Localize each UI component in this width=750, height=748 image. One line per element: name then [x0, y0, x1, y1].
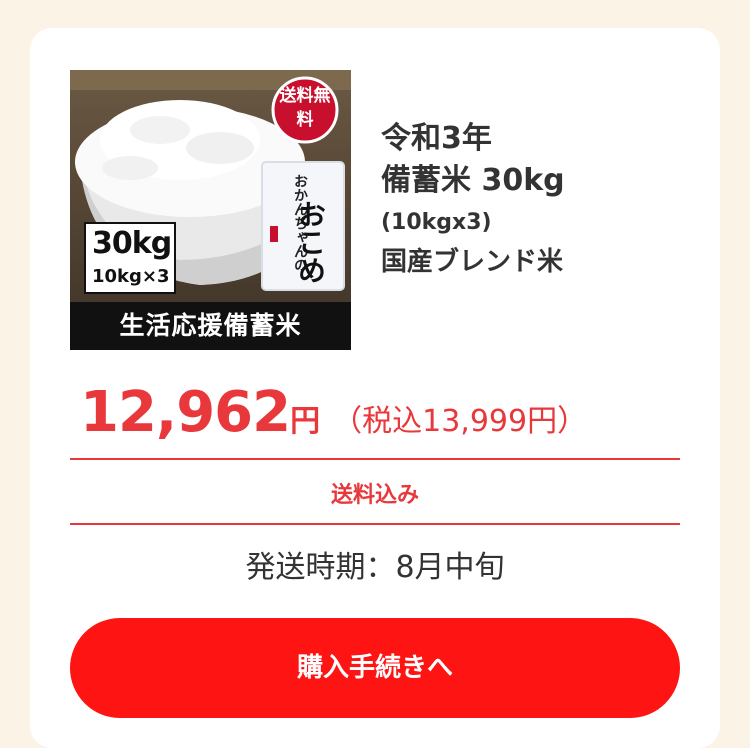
price-amount: 12,962	[80, 380, 291, 445]
divider-bottom	[70, 523, 680, 525]
checkout-button[interactable]: 購入手続きへ	[70, 618, 680, 718]
price-tax-included: （税込13,999円）	[332, 404, 588, 439]
product-card: 送料無料 おかんちゃんの おこめ 30kg 10kg×3 生活応援備蓄米 令和3…	[30, 28, 720, 748]
stamp-text: 送料無料	[279, 86, 331, 130]
shipping-included-label: 送料込み	[330, 483, 419, 508]
title-line-4: 国産ブレンド米	[381, 247, 564, 277]
title-line-1: 令和3年	[381, 121, 492, 156]
product-image: 送料無料 おかんちゃんの おこめ 30kg 10kg×3 生活応援備蓄米	[70, 70, 351, 350]
divider-top	[70, 458, 680, 460]
ship-time: 発送時期：8月中旬	[245, 550, 505, 585]
title-line-2: 備蓄米 30kg	[381, 163, 565, 198]
weight-main: 30kg	[92, 226, 172, 261]
product-title: 令和3年 備蓄米 30kg (10kgx3) 国産ブレンド米	[381, 118, 701, 282]
price-row: 12,962円 （税込13,999円）	[80, 380, 587, 445]
image-banner: 生活応援備蓄米	[70, 302, 351, 350]
price-currency: 円	[290, 404, 321, 439]
bag-big-text: おこめ	[294, 200, 327, 284]
title-line-3: (10kgx3)	[381, 210, 492, 235]
weight-badge: 30kg 10kg×3	[84, 222, 176, 294]
free-shipping-stamp: 送料無料	[276, 78, 334, 148]
weight-sub: 10kg×3	[92, 266, 170, 287]
